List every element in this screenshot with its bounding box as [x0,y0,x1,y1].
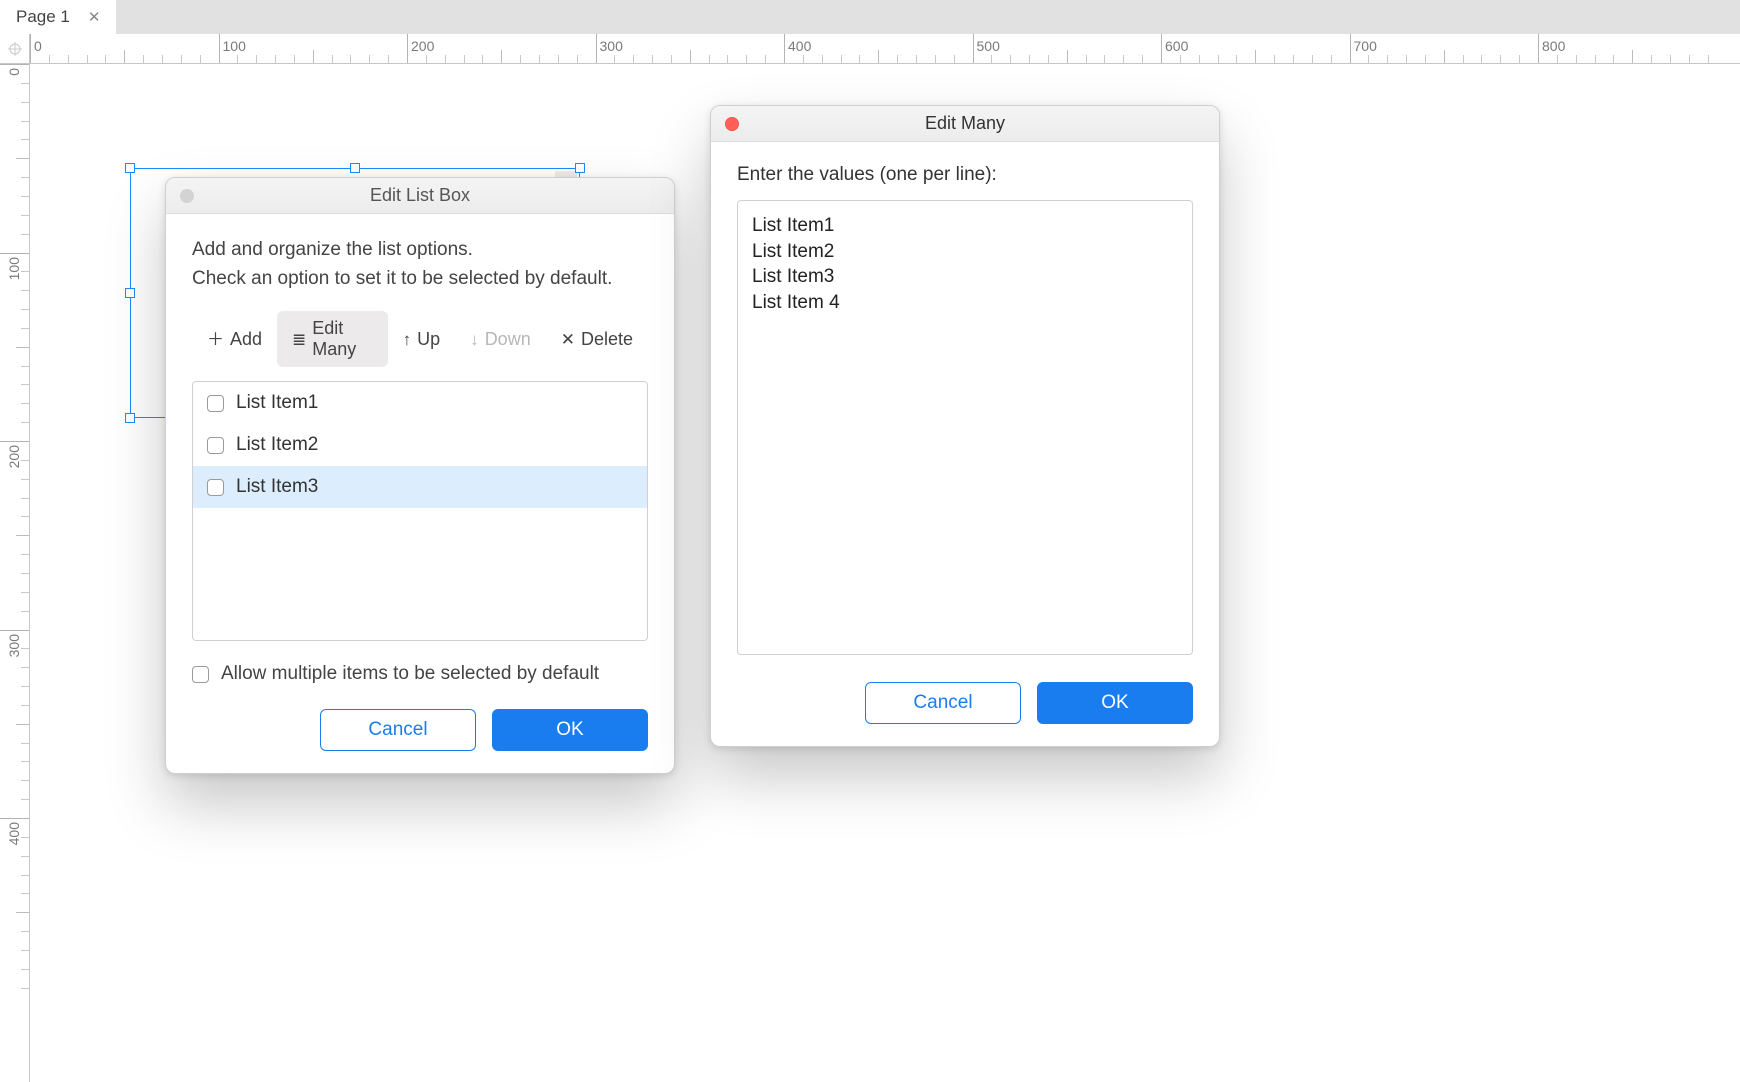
tab-page-1[interactable]: Page 1 ✕ [0,0,117,34]
ruler-label: 100 [223,38,246,54]
checkbox-icon[interactable] [192,666,209,683]
dialog-titlebar[interactable]: Edit Many [711,106,1219,142]
ruler-label: 400 [788,38,811,54]
list-item-label: List Item1 [236,392,318,414]
allow-multiple-checkbox[interactable]: Allow multiple items to be selected by d… [192,663,648,685]
x-icon: ✕ [561,331,575,348]
cancel-button[interactable]: Cancel [320,709,476,751]
dialog-instructions: Add and organize the list options. Check… [192,236,648,293]
add-button[interactable]: ＋ Add [192,311,277,367]
ruler-label: 0 [6,68,22,76]
list-item[interactable]: List Item1 [193,382,647,424]
dialog-title: Edit Many [711,113,1219,134]
resize-handle[interactable] [125,413,135,423]
textarea-label: Enter the values (one per line): [737,164,1193,186]
resize-handle[interactable] [350,163,360,173]
tool-label: Down [485,329,531,350]
ruler-origin[interactable] [0,34,30,64]
ruler-label: 200 [411,38,434,54]
list-item[interactable]: List Item2 [193,424,647,466]
values-textarea[interactable] [737,200,1193,655]
ruler-label: 300 [600,38,623,54]
tab-bar: Page 1 ✕ [0,0,1740,34]
ruler-label: 800 [1542,38,1565,54]
edit-many-button[interactable]: ≣ Edit Many [277,311,388,367]
arrow-down-icon: ↓ [470,331,479,348]
dialog-titlebar[interactable]: Edit List Box [166,178,674,214]
window-close-icon[interactable] [180,189,194,203]
cancel-button[interactable]: Cancel [865,682,1021,724]
dialog-edit-list-box: Edit List Box Add and organize the list … [165,177,675,774]
dialog-edit-many: Edit Many Enter the values (one per line… [710,105,1220,747]
arrow-up-icon: ↑ [403,331,412,348]
checkbox-icon[interactable] [207,395,224,412]
list-item-label: List Item3 [236,476,318,498]
checkbox-label: Allow multiple items to be selected by d… [221,663,599,685]
delete-button[interactable]: ✕ Delete [546,311,648,367]
resize-handle[interactable] [125,288,135,298]
resize-handle[interactable] [575,163,585,173]
checkbox-icon[interactable] [207,479,224,496]
tool-label: Edit Many [312,318,372,360]
listbox-toolbar: ＋ Add ≣ Edit Many ↑ Up ↓ Down ✕ Delete [192,311,648,367]
ok-button[interactable]: OK [492,709,648,751]
ruler-label: 100 [6,257,22,280]
horizontal-ruler[interactable]: 0 100 200 300 400 500 600 700 800 [30,34,1740,64]
dialog-title: Edit List Box [166,185,674,206]
option-list[interactable]: List Item1 List Item2 List Item3 [192,381,648,641]
list-item-label: List Item2 [236,434,318,456]
close-icon[interactable]: ✕ [88,8,101,26]
tab-label: Page 1 [16,7,70,27]
ok-button[interactable]: OK [1037,682,1193,724]
resize-handle[interactable] [125,163,135,173]
ruler-label: 200 [6,445,22,468]
ruler-label: 500 [977,38,1000,54]
vertical-ruler[interactable]: 0 100 200 300 400 [0,64,30,1082]
plus-icon: ＋ [207,331,224,348]
window-close-icon[interactable] [725,117,739,131]
list-icon: ≣ [292,331,306,348]
move-up-button[interactable]: ↑ Up [388,311,456,367]
tool-label: Add [230,329,262,350]
ruler-label: 600 [1165,38,1188,54]
checkbox-icon[interactable] [207,437,224,454]
ruler-label: 400 [6,822,22,845]
move-down-button: ↓ Down [455,311,546,367]
tool-label: Delete [581,329,633,350]
list-item[interactable]: List Item3 [193,466,647,508]
ruler-label: 700 [1354,38,1377,54]
ruler-label: 300 [6,634,22,657]
ruler-label: 0 [34,38,42,54]
tool-label: Up [417,329,440,350]
